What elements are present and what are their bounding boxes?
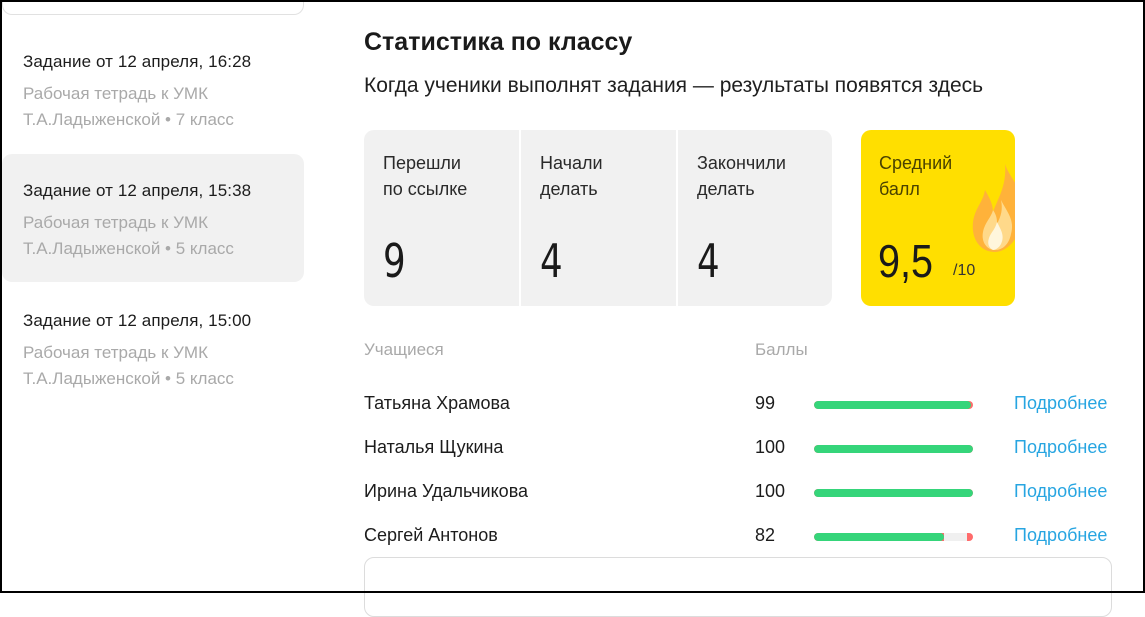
task-author-grade: Т.А.Ладыженской • 7 класс [23, 110, 234, 129]
page-subtitle: Когда ученики выполнят задания — результ… [364, 74, 984, 97]
average-max: /10 [953, 262, 976, 279]
previous-task-card[interactable] [2, 2, 304, 15]
score-bar [814, 533, 973, 541]
average-label-line: Средний [879, 153, 953, 173]
class-statistics-panel: Статистика по классу Когда ученики выпол… [364, 0, 1124, 617]
stats-group: Перешли по ссылке 9 Начали делать 4 Законч… [364, 130, 832, 306]
stat-label-line: по ссылке [383, 179, 468, 199]
task-author-grade: Т.А.Ладыженской • 5 класс [23, 369, 234, 388]
details-link[interactable]: Подробнее [1014, 525, 1107, 546]
stat-value: 4 [697, 234, 720, 288]
student-row: Татьяна Храмова 99 Подробнее [364, 393, 1124, 419]
task-workbook: Рабочая тетрадь к УМК [23, 213, 208, 232]
score-bar [814, 489, 973, 497]
task-workbook: Рабочая тетрадь к УМК [23, 343, 208, 362]
student-score: 100 [755, 481, 786, 501]
task-card[interactable]: Задание от 12 апреля, 15:00 Рабочая тетр… [2, 284, 304, 412]
stat-label-line: Закончили [697, 153, 786, 173]
task-workbook: Рабочая тетрадь к УМК [23, 84, 208, 103]
task-author-grade: Т.А.Ладыженской • 5 класс [23, 239, 234, 258]
task-sidebar: Задание от 12 апреля, 16:28 Рабочая тетр… [2, 2, 304, 591]
column-header-scores: Баллы [755, 340, 808, 359]
student-row: Наталья Щукина 100 Подробнее [364, 437, 1124, 463]
column-header-students: Учащиеся [364, 340, 444, 359]
details-link[interactable]: Подробнее [1014, 393, 1107, 414]
stat-label-line: Перешли [383, 153, 461, 173]
score-bar-fill [814, 489, 973, 497]
stat-finished: Закончили делать 4 [678, 130, 832, 306]
student-score: 99 [755, 393, 776, 413]
stat-label-line: Начали [540, 153, 603, 173]
stat-label: Закончили делать [697, 150, 786, 202]
score-bar-fill [814, 401, 971, 409]
comment-box[interactable] [364, 557, 1112, 617]
score-bar-gap [944, 533, 967, 541]
details-link[interactable]: Подробнее [1014, 481, 1107, 502]
student-name: Сергей Антонов [364, 525, 498, 545]
stat-label-line: делать [697, 179, 755, 199]
stat-label-line: делать [540, 179, 598, 199]
task-card-selected[interactable]: Задание от 12 апреля, 15:38 Рабочая тетр… [2, 154, 304, 282]
task-title: Задание от 12 апреля, 15:38 [23, 181, 252, 200]
student-score: 82 [755, 525, 776, 545]
score-bar-fill [814, 533, 944, 541]
student-name: Наталья Щукина [364, 437, 504, 457]
stat-label: Перешли по ссылке [383, 150, 467, 202]
task-card[interactable]: Задание от 12 апреля, 16:28 Рабочая тетр… [2, 30, 304, 158]
stat-started: Начали делать 4 [521, 130, 676, 306]
score-bar [814, 401, 973, 409]
score-bar-fill [814, 445, 973, 453]
student-row: Сергей Антонов 82 Подробнее [364, 525, 1124, 551]
student-score: 100 [755, 437, 786, 457]
average-value: 9,5 [878, 235, 933, 287]
student-row: Ирина Удальчикова 100 Подробнее [364, 481, 1124, 507]
task-title: Задание от 12 апреля, 15:00 [23, 311, 252, 330]
stat-value: 4 [540, 234, 563, 288]
page-title: Статистика по классу [364, 28, 633, 56]
average-score-card: Средний балл 9,5 /10 [861, 130, 1015, 306]
details-link[interactable]: Подробнее [1014, 437, 1107, 458]
stat-value: 9 [383, 234, 406, 288]
average-label: Средний балл [879, 150, 952, 202]
stat-followed-link: Перешли по ссылке 9 [364, 130, 519, 306]
flame-icon [972, 164, 1015, 252]
student-name: Ирина Удальчикова [364, 481, 529, 501]
stat-label: Начали делать [540, 150, 603, 202]
score-bar [814, 445, 973, 453]
task-title: Задание от 12 апреля, 16:28 [23, 52, 252, 71]
average-label-line: балл [879, 179, 920, 199]
student-name: Татьяна Храмова [364, 393, 510, 413]
